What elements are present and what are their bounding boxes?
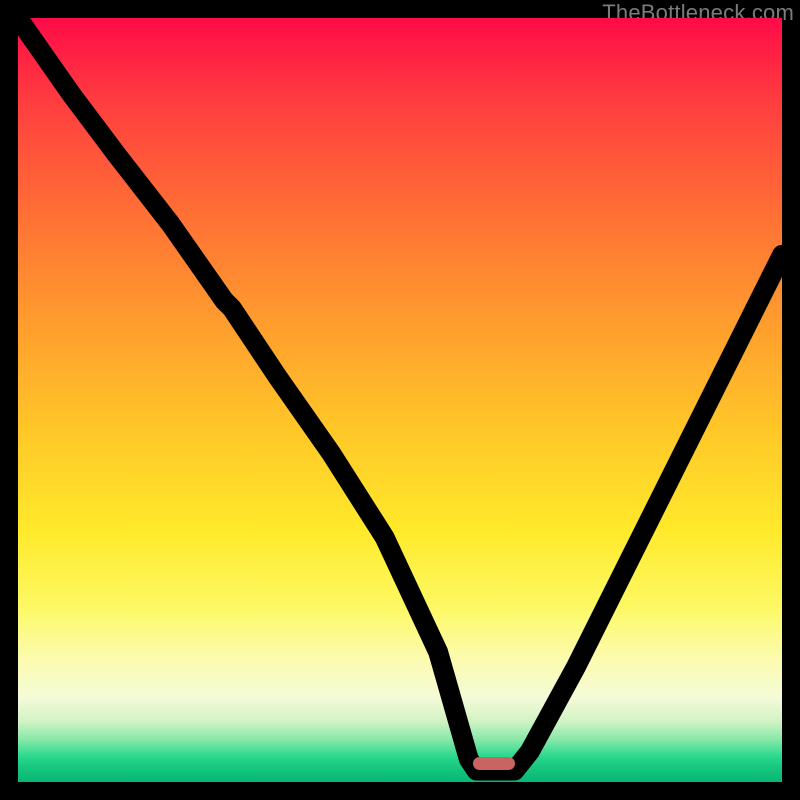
chart-frame: TheBottleneck.com bbox=[0, 0, 800, 800]
heat-gradient-background bbox=[18, 18, 782, 782]
minimum-marker-pill bbox=[473, 757, 515, 770]
plot-area bbox=[18, 18, 782, 782]
